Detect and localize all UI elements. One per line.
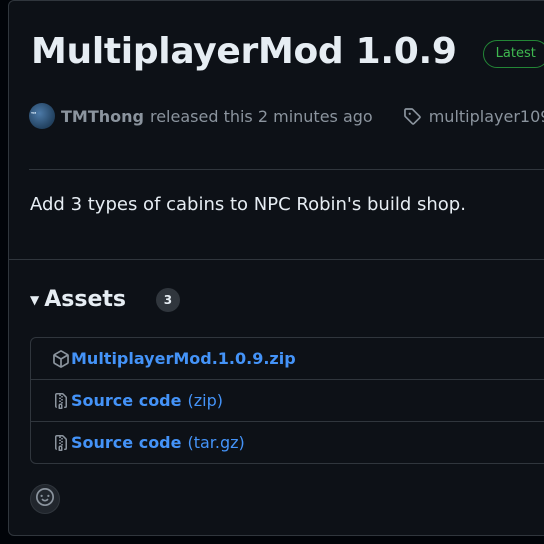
released-text: released this 2 minutes ago: [149, 106, 373, 126]
assets-list: MultiplayerMod.1.0.9.zip Source code (zi…: [30, 337, 544, 464]
asset-link[interactable]: Source code: [71, 391, 181, 410]
tag-icon: [403, 107, 421, 125]
release-title[interactable]: MultiplayerMod 1.0.9: [31, 31, 457, 72]
release-header: MultiplayerMod 1.0.9 Latest: [31, 31, 544, 72]
caret-down-icon: ▼: [30, 292, 40, 307]
divider: [9, 259, 544, 260]
tag-link[interactable]: multiplayer109: [429, 107, 544, 126]
add-reaction-button[interactable]: [30, 484, 60, 514]
asset-link[interactable]: MultiplayerMod.1.0.9.zip: [71, 349, 296, 368]
avatar[interactable]: ᵀᴹ: [29, 103, 55, 129]
file-zip-icon: [51, 434, 71, 452]
avatar-image: ᵀᴹ: [31, 112, 37, 118]
release-meta: ᵀᴹ TMThong released this 2 minutes ago m…: [29, 103, 544, 129]
file-zip-icon: [51, 392, 71, 410]
latest-badge: Latest: [482, 39, 544, 68]
assets-count-badge: 3: [155, 287, 180, 312]
smiley-icon: [36, 488, 54, 510]
author-link[interactable]: TMThong: [61, 107, 144, 126]
assets-toggle[interactable]: ▼ Assets 3: [30, 287, 180, 312]
divider: [29, 169, 544, 170]
asset-format: (zip): [187, 391, 223, 410]
asset-row-zip[interactable]: MultiplayerMod.1.0.9.zip: [31, 338, 544, 379]
asset-format: (tar.gz): [187, 433, 245, 452]
assets-title: Assets: [44, 287, 126, 312]
package-icon: [51, 349, 71, 368]
asset-link[interactable]: Source code: [71, 433, 181, 452]
asset-row-source-zip[interactable]: Source code (zip): [31, 379, 544, 421]
release-card: MultiplayerMod 1.0.9 Latest ᵀᴹ TMThong r…: [8, 0, 544, 536]
release-description: Add 3 types of cabins to NPC Robin's bui…: [30, 194, 466, 215]
asset-row-source-targz[interactable]: Source code (tar.gz): [31, 421, 544, 463]
